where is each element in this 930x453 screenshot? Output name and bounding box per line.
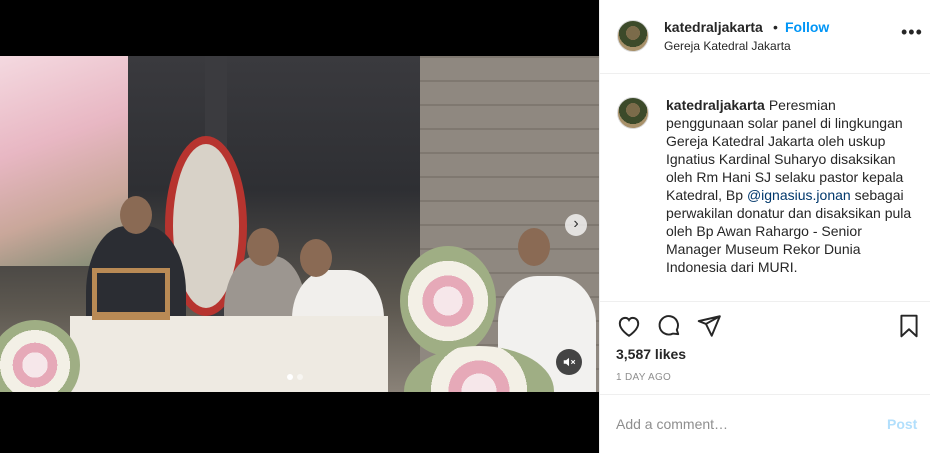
video-table <box>70 316 388 392</box>
post-side-panel: katedraljakarta • Follow Gereja Katedral… <box>599 0 930 453</box>
heart-icon[interactable] <box>616 313 642 339</box>
post-timestamp[interactable]: 1 DAY AGO <box>616 372 671 383</box>
post-actions <box>600 303 930 347</box>
bookmark-icon[interactable] <box>896 313 922 339</box>
carousel-dot <box>297 374 303 380</box>
avatar[interactable] <box>617 20 649 52</box>
comment-icon[interactable] <box>656 313 682 339</box>
avatar[interactable] <box>617 97 649 129</box>
video-person-head <box>518 228 550 266</box>
post-video[interactable] <box>0 56 599 392</box>
caption-username[interactable]: katedraljakarta <box>666 97 765 113</box>
post-header: katedraljakarta • Follow Gereja Katedral… <box>600 0 930 74</box>
comment-input[interactable] <box>616 413 866 435</box>
carousel-indicator <box>287 374 303 380</box>
post-comment-button[interactable]: Post <box>887 416 917 432</box>
post-location[interactable]: Gereja Katedral Jakarta <box>664 39 791 53</box>
post-caption: katedraljakarta Peresmian penggunaan sola… <box>666 96 912 276</box>
chevron-right-icon: › <box>573 215 579 232</box>
comment-bar: Post <box>600 394 930 453</box>
video-person-head <box>247 228 279 266</box>
separator-dot: • <box>773 19 778 35</box>
follow-button[interactable]: Follow <box>785 19 829 35</box>
next-slide-button[interactable]: › <box>565 214 587 236</box>
more-options-icon[interactable]: ••• <box>901 23 923 41</box>
caption-section: katedraljakarta Peresmian penggunaan sola… <box>600 74 930 302</box>
caption-mention-link[interactable]: @ignasius.jonan <box>747 187 851 203</box>
video-person-head <box>120 196 152 234</box>
video-flowers <box>0 320 80 392</box>
like-count[interactable]: 3,587 likes <box>616 346 686 362</box>
mute-toggle-button[interactable] <box>556 349 582 375</box>
video-person-head <box>300 239 332 277</box>
post-media: › <box>0 0 599 453</box>
video-flowers <box>400 246 496 356</box>
speaker-muted-icon <box>563 357 576 367</box>
carousel-dot-active <box>287 374 293 380</box>
post-username[interactable]: katedraljakarta <box>664 19 763 35</box>
video-plaque-stand <box>92 268 170 320</box>
share-icon[interactable] <box>696 313 722 339</box>
